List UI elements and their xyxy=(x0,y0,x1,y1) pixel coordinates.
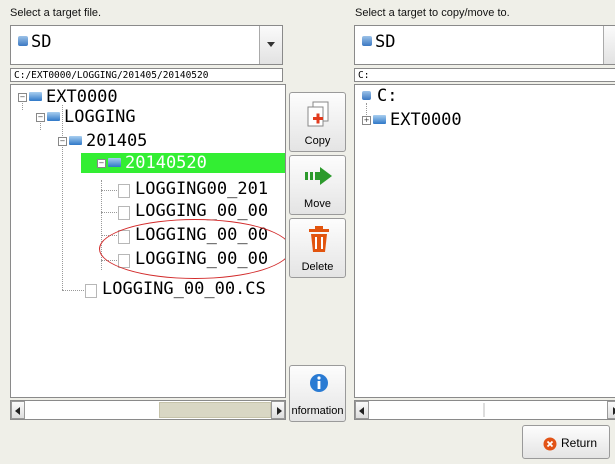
file-icon xyxy=(118,206,130,220)
folder-icon xyxy=(29,92,42,101)
tree-node-logging[interactable]: LOGGING xyxy=(64,107,136,127)
drive-icon xyxy=(18,36,28,46)
copy-icon xyxy=(307,101,329,127)
delete-button-label: Delete xyxy=(301,261,334,273)
right-drive-select[interactable]: SD xyxy=(354,25,615,65)
copy-button[interactable]: Copy xyxy=(289,92,346,152)
information-button[interactable]: nformation xyxy=(289,365,346,422)
tree-file-item[interactable]: LOGGING_00_00.CS xyxy=(102,279,266,299)
info-icon xyxy=(310,374,328,392)
delete-button[interactable]: Delete xyxy=(289,218,346,278)
tree-node-ext0000[interactable]: EXT0000 xyxy=(46,87,118,107)
file-icon xyxy=(118,184,130,198)
annotation-highlight-ellipse xyxy=(99,219,285,279)
right-drive-value: SD xyxy=(375,32,396,52)
right-tree-pane[interactable]: C: + EXT0000 xyxy=(354,84,615,398)
file-icon xyxy=(85,284,97,298)
scroll-right-icon[interactable] xyxy=(271,401,285,419)
left-horizontal-scrollbar[interactable] xyxy=(10,400,286,420)
folder-icon xyxy=(373,115,386,124)
collapse-toggle[interactable]: − xyxy=(58,137,67,146)
drive-icon xyxy=(362,36,372,46)
tree-node-20140520[interactable]: 20140520 xyxy=(125,153,207,173)
scroll-left-icon[interactable] xyxy=(355,401,369,419)
left-path-field: C:/EXT0000/LOGGING/201405/20140520 xyxy=(10,68,283,82)
tree-node-ext0000[interactable]: EXT0000 xyxy=(390,110,462,130)
collapse-toggle[interactable]: − xyxy=(36,113,45,122)
move-arrow-icon xyxy=(305,167,332,185)
folder-icon xyxy=(69,136,82,145)
drive-icon xyxy=(362,91,371,100)
move-button-label: Move xyxy=(304,198,331,210)
return-button-label: Return xyxy=(561,436,598,450)
left-drive-value: SD xyxy=(31,32,52,52)
left-tree-pane[interactable]: − EXT0000 − LOGGING − 201405 − 20140520 … xyxy=(10,84,286,398)
scroll-left-icon[interactable] xyxy=(11,401,25,419)
close-icon xyxy=(543,437,557,451)
information-button-label: nformation xyxy=(291,405,344,417)
chevron-down-icon[interactable] xyxy=(259,26,282,64)
tree-node-c-drive[interactable]: C: xyxy=(377,86,397,106)
move-button[interactable]: Move xyxy=(289,155,346,215)
tree-file-item[interactable]: LOGGING00_201 xyxy=(135,179,268,199)
return-button[interactable]: Return xyxy=(522,425,610,459)
scrollbar-thumb[interactable] xyxy=(159,402,271,418)
tree-file-item[interactable]: LOGGING_00_00 xyxy=(135,201,268,221)
right-horizontal-scrollbar[interactable] xyxy=(354,400,615,420)
scroll-right-icon[interactable] xyxy=(607,401,615,419)
expand-toggle[interactable]: + xyxy=(362,116,371,125)
folder-icon xyxy=(108,158,121,167)
tree-node-201405[interactable]: 201405 xyxy=(86,131,147,151)
folder-icon xyxy=(47,112,60,121)
collapse-toggle[interactable]: − xyxy=(97,159,106,168)
right-path-field: C: xyxy=(354,68,615,82)
collapse-toggle[interactable]: − xyxy=(18,93,27,102)
right-panel-label: Select a target to copy/move to. xyxy=(355,7,510,19)
copy-button-label: Copy xyxy=(304,135,331,147)
trash-icon xyxy=(309,226,329,252)
chevron-down-icon[interactable] xyxy=(603,26,615,64)
left-drive-select[interactable]: SD xyxy=(10,25,283,65)
left-panel-label: Select a target file. xyxy=(10,7,102,19)
